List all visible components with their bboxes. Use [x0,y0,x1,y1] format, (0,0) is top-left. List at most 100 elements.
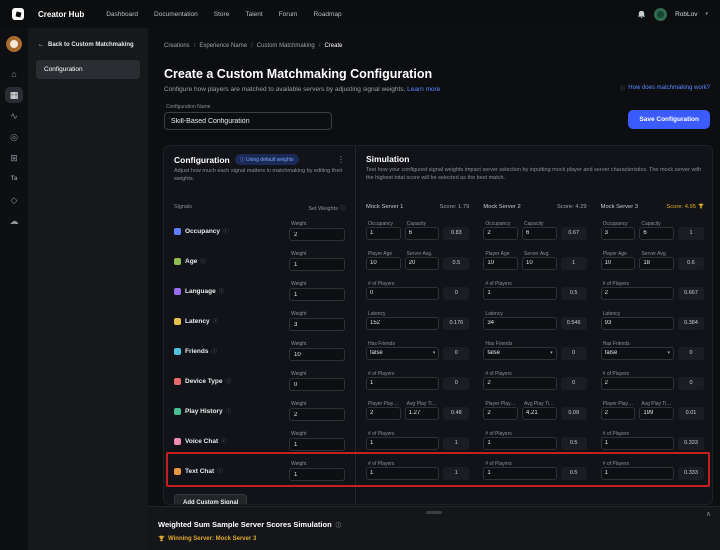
avg-play-ti-input[interactable]: Avg Play Ti…4.21 [522,407,557,420]
learn-more-link[interactable]: Learn more [407,86,440,93]
language-weight-input[interactable] [289,288,345,301]
creator-avatar[interactable] [6,36,22,52]
has-friends-input[interactable]: Has Friendsfalse▾ [483,347,556,360]
user-avatar[interactable] [654,8,667,21]
score-badge: 0.48 [443,407,469,420]
nav-item-talent[interactable]: Talent [245,11,262,18]
cloud-icon[interactable]: ☁ [5,213,23,229]
breadcrumb-experience-name[interactable]: Experience Name [199,43,247,49]
score-badge: 0 [443,347,469,360]
of-players-input[interactable]: # of Players1 [366,377,439,390]
of-players-input[interactable]: # of Players2 [483,377,556,390]
info-icon[interactable]: ⓘ [223,227,229,235]
score-badge: 0.5 [443,257,469,270]
notification-bell-icon[interactable] [637,10,646,19]
latency-input[interactable]: Latency93 [601,317,674,330]
chevron-down-icon[interactable]: ▾ [705,11,708,17]
of-players-input[interactable]: # of Players2 [601,377,674,390]
breadcrumb-custom-matchmaking[interactable]: Custom Matchmaking [257,43,315,49]
capacity-input[interactable]: Capacity6 [522,227,557,240]
info-icon[interactable]: ⓘ [336,521,342,529]
score-badge: 0 [443,287,469,300]
text-chat-weight-input[interactable] [289,468,345,481]
has-friends-input[interactable]: Has Friendsfalse▾ [366,347,439,360]
matchmaking-help-link[interactable]: ⓘ How does matchmaking work? [620,84,710,92]
of-players-input[interactable]: # of Players0 [366,287,439,300]
of-players-input[interactable]: # of Players1 [483,467,556,480]
player-play-input[interactable]: Player Play…2 [601,407,636,420]
of-players-input[interactable]: # of Players2 [601,287,674,300]
collaboration-icon[interactable]: ⊞ [5,150,23,166]
info-icon[interactable]: ⓘ [221,437,227,445]
has-friends-input[interactable]: Has Friendsfalse▾ [601,347,674,360]
of-players-input[interactable]: # of Players1 [483,287,556,300]
info-icon[interactable]: ⓘ [225,377,231,385]
configuration-description: Adjust how much each signal matters in m… [174,168,345,183]
home-icon[interactable]: ⌂ [5,66,23,82]
player-age-input[interactable]: Player Age10 [483,257,518,270]
localization-icon[interactable]: Ta [5,171,23,187]
server-avg-input[interactable]: Server Avg.18 [639,257,674,270]
voice-chat-weight-input[interactable] [289,438,345,451]
text-chat-color-swatch [174,468,181,475]
occupancy-weight-input[interactable] [289,228,345,241]
device-type-weight-input[interactable] [289,378,345,391]
nav-item-documentation[interactable]: Documentation [154,11,198,18]
username[interactable]: RobLov [675,11,697,18]
info-icon[interactable]: ⓘ [217,467,223,475]
player-play-input[interactable]: Player Play…2 [483,407,518,420]
avatars-icon[interactable]: ◎ [5,129,23,145]
save-configuration-button[interactable]: Save Configuration [628,110,710,129]
kebab-menu-icon[interactable]: ⋮ [337,155,345,164]
back-to-custom-matchmaking-link[interactable]: ← Back to Custom Matchmaking [28,28,148,52]
field-value: 6 [643,230,646,236]
occupancy-input[interactable]: Occupancy1 [366,227,401,240]
friends-weight-input[interactable] [289,348,345,361]
latency-input[interactable]: Latency152 [366,317,439,330]
latency-weight-input[interactable] [289,318,345,331]
sidebar-item-configuration[interactable]: Configuration [36,60,140,79]
info-icon[interactable]: ⓘ [339,206,345,212]
friends-color-swatch [174,348,181,355]
capacity-input[interactable]: Capacity6 [639,227,674,240]
age-weight-input[interactable] [289,258,345,271]
add-custom-signal-button[interactable]: Add Custom Signal [174,494,247,505]
nav-item-store[interactable]: Store [214,11,230,18]
occupancy-input[interactable]: Occupancy2 [483,227,518,240]
server-avg-input[interactable]: Server Avg.20 [405,257,440,270]
simulation-row-language: # of Players00# of Players10.5# of Playe… [366,276,704,306]
of-players-input[interactable]: # of Players1 [601,437,674,450]
capacity-input[interactable]: Capacity6 [405,227,440,240]
of-players-input[interactable]: # of Players1 [366,467,439,480]
play-history-weight-input[interactable] [289,408,345,421]
player-age-input[interactable]: Player Age10 [601,257,636,270]
nav-item-roadmap[interactable]: Roadmap [313,11,341,18]
breadcrumb-creations[interactable]: Creations [164,43,190,49]
analytics-icon[interactable]: ∿ [5,108,23,124]
drag-handle[interactable] [426,511,442,514]
creations-icon[interactable]: ▦ [5,87,23,103]
info-icon[interactable]: ⓘ [213,317,219,325]
occupancy-input[interactable]: Occupancy3 [601,227,636,240]
of-players-input[interactable]: # of Players1 [483,437,556,450]
latency-input[interactable]: Latency34 [483,317,556,330]
player-age-input[interactable]: Player Age10 [366,257,401,270]
info-icon[interactable]: ⓘ [219,287,225,295]
field-label: Player Play… [485,401,515,407]
of-players-input[interactable]: # of Players1 [366,437,439,450]
player-play-input[interactable]: Player Play…2 [366,407,401,420]
nav-item-dashboard[interactable]: Dashboard [106,11,138,18]
of-players-input[interactable]: # of Players1 [601,467,674,480]
field-value: 1.27 [409,410,421,416]
server-avg-input[interactable]: Server Avg.10 [522,257,557,270]
info-icon[interactable]: ⓘ [226,407,232,415]
info-icon[interactable]: ⓘ [200,257,206,265]
nav-item-forum[interactable]: Forum [279,11,298,18]
sim-cell-server-2: # of Players10.5 [483,426,586,456]
collapse-chevron-icon[interactable]: ∧ [706,510,711,518]
configuration-name-input[interactable] [164,112,332,130]
info-icon[interactable]: ⓘ [211,347,217,355]
avg-play-ti-input[interactable]: Avg Play Ti…1.27 [405,407,440,420]
earnings-icon[interactable]: ◇ [5,192,23,208]
avg-play-ti-input[interactable]: Avg Play Ti…199 [639,407,674,420]
